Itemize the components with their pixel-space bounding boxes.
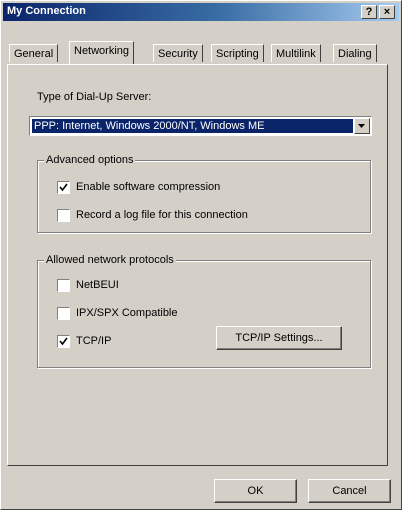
chevron-down-icon[interactable] [354, 118, 370, 134]
help-button[interactable]: ? [361, 5, 377, 19]
compression-label: Enable software compression [76, 181, 221, 193]
tab-strip: General Networking Security Scripting Mu… [7, 41, 399, 65]
title-bar[interactable]: My Connection ? × [3, 3, 399, 21]
log-file-label: Record a log file for this connection [76, 209, 248, 221]
tab-networking[interactable]: Networking [69, 41, 135, 64]
ipx-spx-label: IPX/SPX Compatible [76, 307, 178, 319]
dialog-window: My Connection ? × General Networking Sec… [0, 0, 402, 510]
advanced-options-title: Advanced options [44, 154, 136, 166]
tab-scripting[interactable]: Scripting [211, 44, 264, 62]
window-title: My Connection [7, 5, 86, 17]
close-button[interactable]: × [379, 5, 395, 19]
advanced-options-group: Advanced options [37, 154, 371, 233]
tcpip-checkbox[interactable] [57, 335, 70, 348]
tab-security[interactable]: Security [153, 44, 203, 62]
netbeui-checkbox[interactable] [57, 279, 70, 292]
tab-multilink[interactable]: Multilink [271, 44, 321, 62]
tab-general[interactable]: General [9, 44, 59, 62]
ipx-spx-checkbox[interactable] [57, 307, 70, 320]
server-type-selected: PPP: Internet, Windows 2000/NT, Windows … [32, 119, 353, 133]
tcpip-settings-button[interactable]: TCP/IP Settings... [216, 326, 342, 350]
log-file-checkbox[interactable] [57, 209, 70, 222]
compression-checkbox[interactable] [57, 181, 70, 194]
server-type-dropdown[interactable]: PPP: Internet, Windows 2000/NT, Windows … [29, 116, 372, 136]
tcpip-label: TCP/IP [76, 335, 112, 347]
cancel-button[interactable]: Cancel [308, 479, 391, 503]
netbeui-label: NetBEUI [76, 279, 119, 291]
network-protocols-title: Allowed network protocols [44, 254, 176, 266]
ok-button[interactable]: OK [214, 479, 297, 503]
tab-dialing[interactable]: Dialing [333, 44, 377, 62]
server-type-label: Type of Dial-Up Server: [37, 91, 152, 103]
